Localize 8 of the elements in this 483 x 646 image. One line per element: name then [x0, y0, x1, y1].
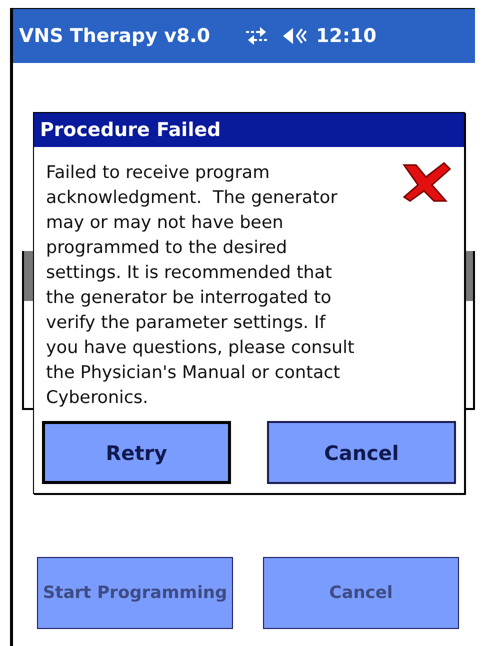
dialog-button[interactable]: Cancel — [267, 421, 456, 484]
clock-time: 12:10 — [316, 25, 376, 47]
error-message: Failed to receive program acknowledgment. The generator may or may not have been programmed to the desired settings. It is recommended that the generator be interrogated to verify the parameter settings. If you have questions, please consult the Physician's Manual or contact Cyberonics. — [46, 162, 356, 410]
dialog-title: Procedure Failed — [34, 113, 464, 147]
dialog-button[interactable]: Retry — [42, 421, 231, 484]
app-title: VNS Therapy v8.0 — [19, 25, 212, 47]
speaker-icon — [282, 26, 308, 46]
connectivity-icon — [244, 26, 270, 46]
